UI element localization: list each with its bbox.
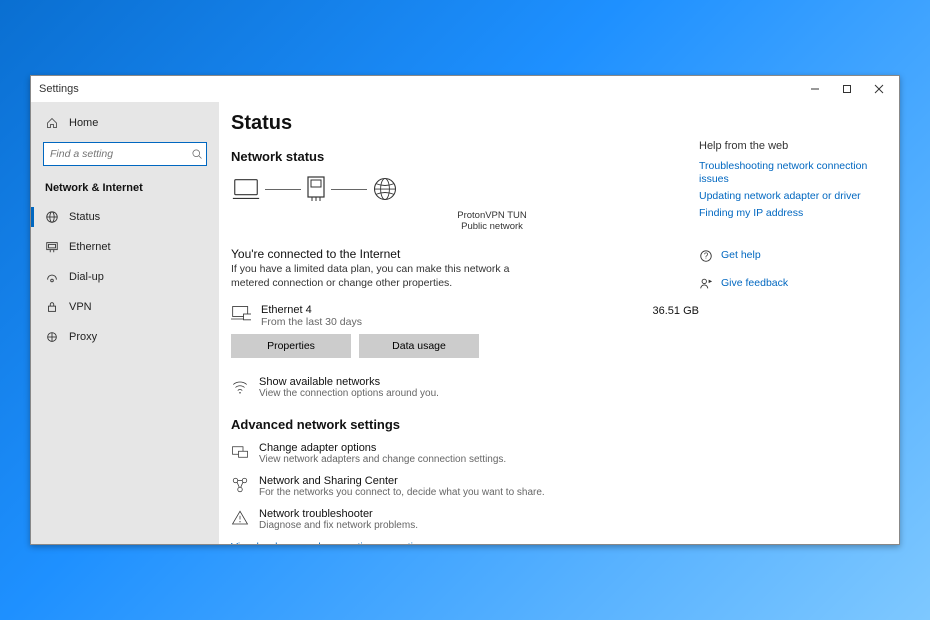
ethernet-usage-row: Ethernet 4 From the last 30 days 36.51 G… xyxy=(231,304,699,328)
troubleshooter-title: Network troubleshooter xyxy=(259,508,418,520)
sidebar-item-label: VPN xyxy=(69,301,92,313)
adapter-options-row[interactable]: Change adapter options View network adap… xyxy=(231,442,699,465)
troubleshooter-row[interactable]: Network troubleshooter Diagnose and fix … xyxy=(231,508,699,531)
connected-title: You're connected to the Internet xyxy=(231,247,699,261)
sharing-center-title: Network and Sharing Center xyxy=(259,475,545,487)
adapter-type: Public network xyxy=(285,221,699,232)
sharing-center-row[interactable]: Network and Sharing Center For the netwo… xyxy=(231,475,699,498)
network-status-heading: Network status xyxy=(231,149,699,164)
search-icon xyxy=(191,148,203,160)
properties-button[interactable]: Properties xyxy=(231,334,351,358)
sidebar-item-label: Dial-up xyxy=(69,271,104,283)
sidebar-home-label: Home xyxy=(69,117,98,129)
page-title: Status xyxy=(231,112,699,135)
adapter-options-desc: View network adapters and change connect… xyxy=(259,454,506,465)
adapter-options-title: Change adapter options xyxy=(259,442,506,454)
vpn-icon xyxy=(45,300,59,314)
feedback-icon xyxy=(699,277,713,291)
sidebar-item-home[interactable]: Home xyxy=(31,108,219,138)
window-title: Settings xyxy=(39,83,79,95)
minimize-button[interactable] xyxy=(799,78,831,100)
show-networks-title: Show available networks xyxy=(259,376,439,388)
sidebar-item-label: Proxy xyxy=(69,331,97,343)
sidebar-item-ethernet[interactable]: Ethernet xyxy=(31,232,219,262)
sidebar-item-label: Ethernet xyxy=(69,241,111,253)
get-help-link[interactable]: Get help xyxy=(721,249,761,262)
troubleshooter-desc: Diagnose and fix network problems. xyxy=(259,520,418,531)
help-link-update-adapter[interactable]: Updating network adapter or driver xyxy=(699,190,889,203)
help-link-find-ip[interactable]: Finding my IP address xyxy=(699,207,889,220)
diagram-line xyxy=(331,189,367,190)
network-diagram xyxy=(231,174,699,204)
warning-icon xyxy=(231,508,249,527)
give-feedback-link[interactable]: Give feedback xyxy=(721,277,788,290)
adapter-name: ProtonVPN TUN xyxy=(285,210,699,221)
adapter-icon xyxy=(305,175,327,203)
sidebar-item-proxy[interactable]: Proxy xyxy=(31,322,219,352)
sidebar: Home Network & Internet Status Ethernet xyxy=(31,102,219,544)
globe-icon xyxy=(371,175,399,203)
maximize-button[interactable] xyxy=(831,78,863,100)
help-panel: Help from the web Troubleshooting networ… xyxy=(699,112,889,534)
ethernet-row-icon xyxy=(231,304,251,324)
data-usage-button[interactable]: Data usage xyxy=(359,334,479,358)
give-feedback-row[interactable]: Give feedback xyxy=(699,277,889,291)
help-heading: Help from the web xyxy=(699,140,889,152)
sharing-center-icon xyxy=(231,475,249,494)
search-field[interactable] xyxy=(50,148,187,160)
view-hardware-link[interactable]: View hardware and connection properties xyxy=(231,541,699,544)
svg-text:?: ? xyxy=(704,251,709,260)
main-panel: Status Network status xyxy=(219,102,899,544)
advanced-heading: Advanced network settings xyxy=(231,417,699,432)
ethernet-usage: 36.51 GB xyxy=(653,304,699,317)
search-input[interactable] xyxy=(43,142,207,166)
diagram-line xyxy=(265,189,301,190)
close-button[interactable] xyxy=(863,78,895,100)
sidebar-item-dialup[interactable]: Dial-up xyxy=(31,262,219,292)
ethernet-sub: From the last 30 days xyxy=(261,316,643,328)
wifi-icon xyxy=(231,376,249,395)
computer-icon xyxy=(231,174,261,204)
status-icon xyxy=(45,210,59,224)
ethernet-icon xyxy=(45,240,59,254)
proxy-icon xyxy=(45,330,59,344)
show-networks-desc: View the connection options around you. xyxy=(259,388,439,399)
get-help-row[interactable]: ? Get help xyxy=(699,249,889,263)
sidebar-section-label: Network & Internet xyxy=(31,176,219,202)
home-icon xyxy=(45,117,59,129)
connected-desc: If you have a limited data plan, you can… xyxy=(231,262,531,290)
help-link-troubleshoot[interactable]: Troubleshooting network connection issue… xyxy=(699,160,889,186)
help-icon: ? xyxy=(699,249,713,263)
show-networks-row[interactable]: Show available networks View the connect… xyxy=(231,376,699,399)
sidebar-item-status[interactable]: Status xyxy=(31,202,219,232)
sidebar-item-vpn[interactable]: VPN xyxy=(31,292,219,322)
adapter-options-icon xyxy=(231,442,249,461)
titlebar: Settings xyxy=(31,76,899,102)
settings-window: Settings Home xyxy=(30,75,900,545)
sharing-center-desc: For the networks you connect to, decide … xyxy=(259,487,545,498)
ethernet-name: Ethernet 4 xyxy=(261,304,643,316)
sidebar-item-label: Status xyxy=(69,211,100,223)
window-controls xyxy=(799,78,895,100)
dialup-icon xyxy=(45,270,59,284)
